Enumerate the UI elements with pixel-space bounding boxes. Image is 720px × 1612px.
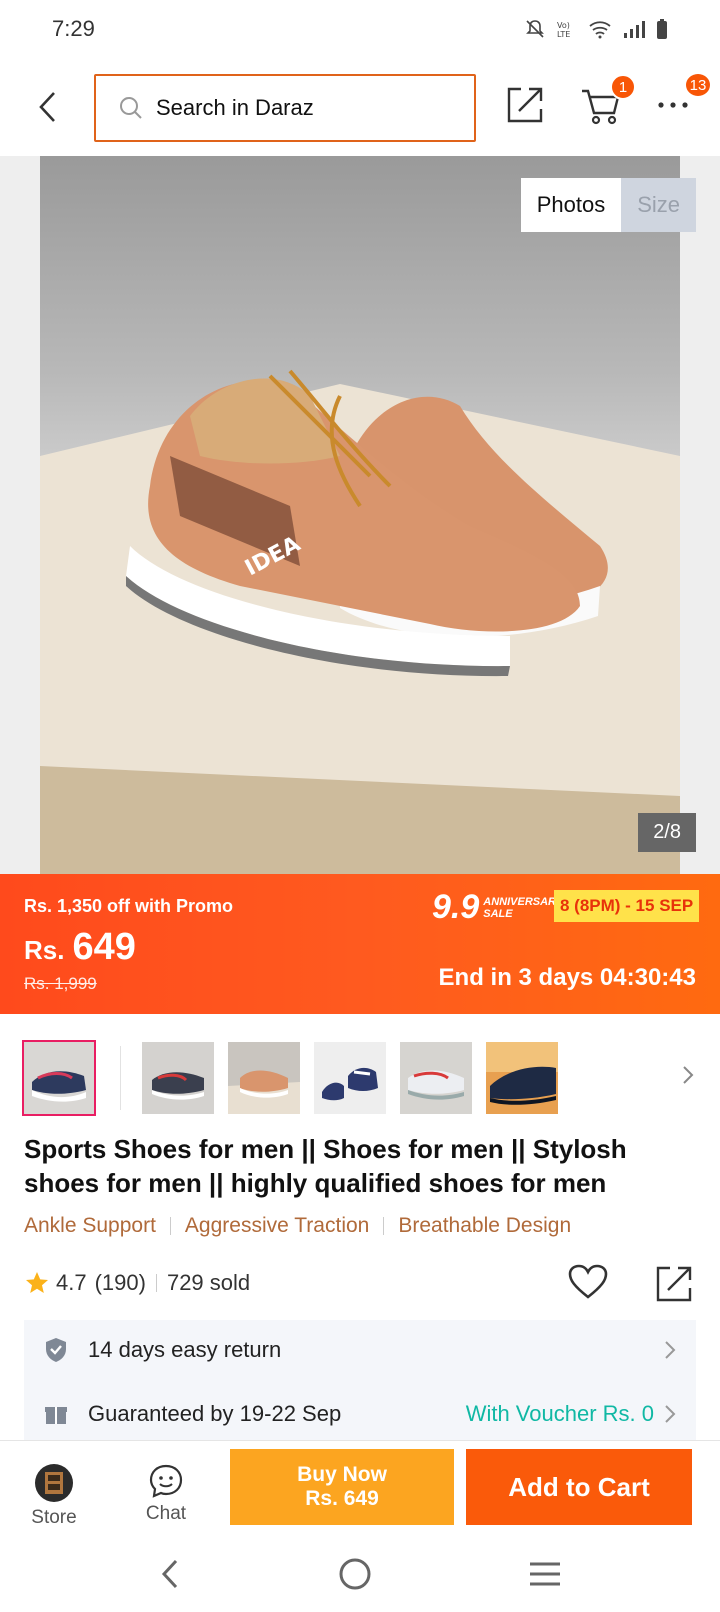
sale-logo: 9.9 ANNIVERSARY SALE bbox=[432, 888, 563, 927]
buy-now-price: Rs. 649 bbox=[305, 1487, 379, 1510]
tab-photos[interactable]: Photos bbox=[520, 178, 622, 232]
product-title: Sports Shoes for men || Shoes for men ||… bbox=[24, 1134, 627, 1198]
thumbnail-4[interactable] bbox=[314, 1042, 386, 1114]
feature-tags: Ankle Support Aggressive Traction Breath… bbox=[24, 1214, 571, 1238]
sale-logo-number: 9.9 bbox=[432, 888, 480, 926]
top-bar: Search in Daraz 1 13 bbox=[0, 58, 720, 156]
thumbnail-3[interactable] bbox=[228, 1042, 300, 1114]
review-count: (190) bbox=[94, 1270, 146, 1295]
thumbnail-6[interactable] bbox=[486, 1042, 558, 1114]
promo-off-text: Rs. 1,350 off with Promo bbox=[24, 896, 234, 916]
status-time: 7:29 bbox=[52, 16, 95, 41]
chevron-right-icon bbox=[683, 1066, 694, 1084]
more-count-badge: 13 bbox=[684, 72, 712, 98]
sold-count: 729 sold bbox=[166, 1270, 251, 1295]
return-text: 14 days easy return bbox=[88, 1337, 282, 1362]
signal-icon bbox=[624, 21, 645, 38]
delivery-text: Guaranteed by 19-22 Sep bbox=[88, 1401, 342, 1426]
svg-text:LTE: LTE bbox=[557, 30, 570, 39]
more-button[interactable]: 13 bbox=[648, 72, 712, 130]
add-to-cart-button[interactable]: Add to Cart bbox=[466, 1449, 692, 1525]
rating-value: 4.7 bbox=[56, 1270, 87, 1295]
rating-divider bbox=[155, 1274, 157, 1292]
chat-icon bbox=[149, 1464, 183, 1498]
gift-icon bbox=[45, 1407, 67, 1424]
thumbnail-next-button[interactable] bbox=[682, 1064, 694, 1091]
wifi-icon bbox=[589, 21, 611, 39]
svg-text:Vo): Vo) bbox=[557, 21, 570, 30]
bottom-action-bar: Store Chat Buy Now Rs. 649 Add to Cart bbox=[0, 1440, 720, 1536]
thumbnail-divider bbox=[120, 1046, 121, 1110]
buy-now-button[interactable]: Buy Now Rs. 649 bbox=[230, 1449, 454, 1525]
product-actions bbox=[568, 1264, 694, 1304]
search-icon bbox=[120, 97, 142, 119]
chevron-left-icon bbox=[39, 92, 55, 122]
product-photo[interactable]: IDEA bbox=[40, 156, 680, 874]
chevron-right-icon bbox=[665, 1341, 676, 1359]
tab-size[interactable]: Size bbox=[621, 178, 696, 232]
return-policy-row[interactable]: 14 days easy return bbox=[24, 1320, 696, 1380]
status-icons: Vo) LTE bbox=[524, 18, 668, 40]
service-info-card: 14 days easy return Guaranteed by 19-22 … bbox=[24, 1320, 696, 1440]
gallery-tabs: Photos Size bbox=[520, 178, 696, 232]
store-avatar-icon bbox=[35, 1464, 73, 1502]
more-icon bbox=[658, 102, 688, 108]
system-navigation bbox=[0, 1536, 720, 1612]
cart-count-badge: 1 bbox=[610, 74, 636, 100]
delivery-row[interactable]: Guaranteed by 19-22 Sep With Voucher Rs.… bbox=[24, 1384, 696, 1440]
thumbnail-5[interactable] bbox=[400, 1042, 472, 1114]
chat-label: Chat bbox=[145, 1503, 187, 1524]
feature-divider bbox=[383, 1217, 385, 1235]
buy-now-label: Buy Now bbox=[297, 1463, 387, 1486]
share-button[interactable] bbox=[500, 80, 550, 130]
search-input[interactable]: Search in Daraz bbox=[94, 74, 476, 142]
countdown-timer: End in 3 days 04:30:43 bbox=[438, 964, 696, 991]
store-label: Store bbox=[31, 1507, 77, 1528]
rating-row[interactable]: 4.7 (190) 729 sold bbox=[24, 1270, 250, 1296]
thumbnail-strip bbox=[0, 1040, 720, 1116]
feature-tag[interactable]: Breathable Design bbox=[398, 1214, 571, 1238]
battery-icon bbox=[657, 19, 667, 39]
mute-icon bbox=[526, 20, 544, 38]
system-back-icon[interactable] bbox=[158, 1558, 182, 1590]
voucher-text: With Voucher Rs. 0 bbox=[465, 1401, 654, 1426]
cart-button[interactable]: 1 bbox=[576, 74, 636, 130]
status-bar: 7:29 Vo) LTE bbox=[0, 0, 720, 58]
current-price: Rs. 649 bbox=[24, 926, 136, 969]
share-icon bbox=[507, 87, 543, 123]
chat-button[interactable]: Chat bbox=[126, 1463, 206, 1525]
sale-sub-anniversary: ANNIVERSARY bbox=[483, 895, 564, 908]
back-button[interactable] bbox=[18, 77, 78, 137]
shoe-image: IDEA bbox=[40, 369, 680, 874]
store-button[interactable]: Store bbox=[14, 1463, 94, 1529]
original-price: Rs. 1,999 bbox=[24, 974, 97, 993]
share-icon[interactable] bbox=[654, 1264, 694, 1304]
image-counter: 2/8 bbox=[638, 813, 696, 852]
feature-tag[interactable]: Ankle Support bbox=[24, 1214, 156, 1238]
shield-check-icon bbox=[46, 1338, 66, 1362]
system-menu-icon[interactable] bbox=[528, 1561, 562, 1587]
thumbnail-2[interactable] bbox=[142, 1042, 214, 1114]
search-placeholder: Search in Daraz bbox=[156, 95, 314, 120]
chevron-right-icon bbox=[665, 1405, 676, 1423]
volte-icon: Vo)LTE bbox=[557, 21, 570, 39]
promo-banner: Rs. 1,350 off with Promo Rs. 649 Rs. 1,99… bbox=[0, 874, 720, 1014]
system-home-icon[interactable] bbox=[338, 1557, 372, 1591]
sale-sub-sale: SALE bbox=[483, 907, 513, 920]
sale-logo-subtext: ANNIVERSARY SALE bbox=[483, 896, 563, 920]
price-currency: Rs. bbox=[24, 935, 65, 965]
sale-date-badge: 8 (8PM) - 15 SEP bbox=[554, 890, 700, 922]
star-icon bbox=[26, 1272, 48, 1293]
feature-divider bbox=[169, 1217, 171, 1235]
feature-tag[interactable]: Aggressive Traction bbox=[185, 1214, 369, 1238]
product-gallery[interactable]: IDEA Photos Size 2/8 bbox=[0, 156, 720, 874]
thumbnail-1[interactable] bbox=[22, 1040, 96, 1116]
price-amount: 649 bbox=[72, 926, 136, 968]
wishlist-heart-icon[interactable] bbox=[568, 1264, 608, 1300]
